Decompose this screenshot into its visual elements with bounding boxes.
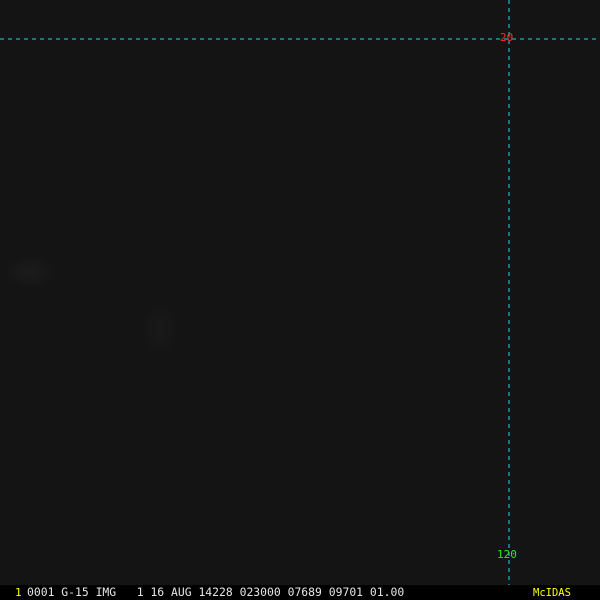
- map-grid-overlay: [0, 0, 600, 585]
- longitude-label: 120: [497, 548, 517, 561]
- frame-number: 1: [15, 586, 22, 599]
- mcidas-brand-label: McIDAS: [533, 587, 571, 599]
- satellite-image-frame: 20 120 1 0001 G-15 IMG 1 16 AUG 14228 02…: [0, 0, 600, 600]
- image-metadata-text: 0001 G-15 IMG 1 16 AUG 14228 023000 0768…: [27, 585, 405, 599]
- latitude-label: 20: [500, 31, 514, 44]
